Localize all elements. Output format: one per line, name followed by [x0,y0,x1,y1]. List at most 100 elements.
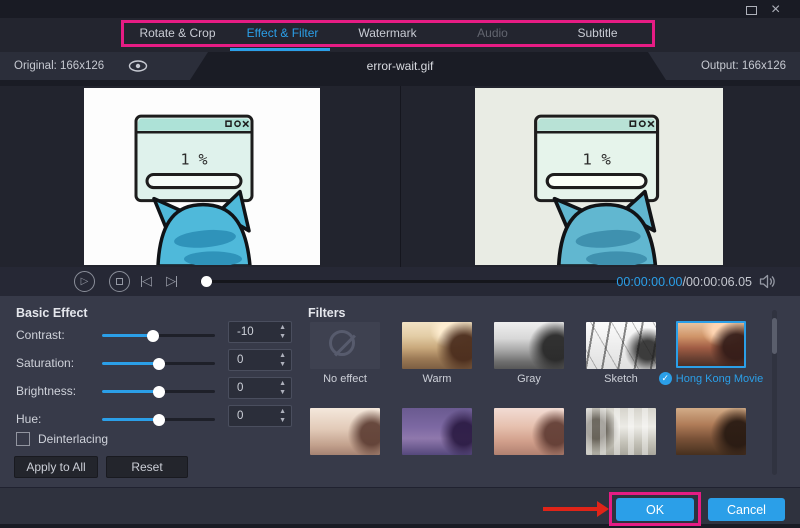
tab-audio: Audio [440,18,545,48]
original-size-label: Original: 166x126 [14,60,104,72]
filter-tile-row2-2[interactable] [402,408,472,455]
spin-down-icon[interactable]: ▼ [279,416,286,425]
spin-up-icon[interactable]: ▲ [279,323,286,332]
slider-fill [102,390,159,393]
slider-thumb[interactable] [153,358,165,370]
window-titlebar: × [0,0,800,18]
next-frame-icon[interactable]: ▷ [166,273,177,289]
cartoon-progress-bar [547,174,646,187]
deinterlacing-label: Deinterlacing [38,432,108,446]
slider-fill [102,418,159,421]
hue-slider[interactable] [102,418,215,421]
brightness-label: Brightness: [16,384,76,398]
play-glyph: ▷ [81,276,89,287]
contrast-slider[interactable] [102,334,215,337]
tab-watermark[interactable]: Watermark [335,18,440,48]
brightness-value: 0 [237,382,243,394]
volume-icon[interactable] [759,274,776,294]
preview-divider [400,86,401,267]
prev-glyph: ◁ [142,273,152,289]
preview-area: 1 % 1 % [0,86,800,267]
no-effect-icon [329,330,355,356]
saturation-value: 0 [237,354,243,366]
deinterlacing-checkbox[interactable]: Deinterlacing [16,432,108,446]
footer-bar: OK Cancel [0,487,800,524]
contrast-row: Contrast: -10 ▲▼ [0,324,300,346]
seek-slider[interactable] [200,280,628,283]
preview-cartoon-output: 1 % [481,88,723,265]
filter-tile-row2-3[interactable] [494,408,564,455]
previous-frame-icon[interactable]: ◁ [141,273,152,289]
checkbox-icon[interactable] [16,432,30,446]
brightness-spinner[interactable]: 0 ▲▼ [228,377,292,399]
contrast-spinner[interactable]: -10 ▲▼ [228,321,292,343]
brightness-row: Brightness: 0 ▲▼ [0,380,300,402]
preview-output-frame: 1 % [475,88,723,265]
close-icon[interactable]: × [771,3,780,17]
ok-button[interactable]: OK [616,498,694,521]
annotation-arrow [543,507,599,511]
frame-bar [176,276,177,287]
brightness-slider[interactable] [102,390,215,393]
tab-bar: Rotate & Crop Effect & Filter Watermark … [0,18,800,52]
spin-down-icon[interactable]: ▼ [279,388,286,397]
cancel-button[interactable]: Cancel [708,498,785,521]
stop-glyph [116,278,123,285]
slider-thumb[interactable] [153,386,165,398]
filter-tile-row2-1[interactable] [310,408,380,455]
filters-title: Filters [308,306,346,320]
tab-rotate-crop[interactable]: Rotate & Crop [125,18,230,48]
filter-label-hong-kong-movie: ✓ Hong Kong Movie [656,372,766,385]
contrast-label: Contrast: [16,328,65,342]
slider-thumb[interactable] [147,330,159,342]
hue-row: Hue: 0 ▲▼ [0,408,300,430]
saturation-spinner[interactable]: 0 ▲▼ [228,349,292,371]
filters-scrollbar[interactable] [772,310,777,475]
eye-icon[interactable] [128,59,148,73]
tab-effect-filter[interactable]: Effect & Filter [230,18,335,48]
filter-tile-no-effect[interactable] [310,322,380,369]
playback-bar: ▷ ◁ ▷ 00:00:00.00/00:00:06.05 [0,267,800,296]
total-time: 00:00:06.05 [686,275,752,289]
tab-subtitle[interactable]: Subtitle [545,18,650,48]
filter-label-text: Hong Kong Movie [676,373,763,385]
seek-thumb[interactable] [201,276,212,287]
annotation-arrow-head [597,501,609,517]
reset-button[interactable]: Reset [106,456,188,478]
filter-tile-sketch[interactable] [586,322,656,369]
filters-scrollbar-thumb[interactable] [772,318,777,354]
current-time: 00:00:00.00 [616,275,682,289]
time-display: 00:00:00.00/00:00:06.05 [616,275,752,289]
cartoon-progress-text: 1 % [180,150,207,168]
cartoon-window-titlebar [538,119,656,131]
cartoon-progress-text: 1 % [582,151,611,169]
tab-list: Rotate & Crop Effect & Filter Watermark … [125,18,650,48]
slider-thumb[interactable] [153,414,165,426]
filter-tile-hong-kong-movie[interactable] [676,321,746,368]
output-size-tab: Output: 166x126 [648,52,800,80]
maximize-icon[interactable] [746,6,757,15]
selected-check-icon: ✓ [659,372,672,385]
hue-label: Hue: [16,412,41,426]
hue-spinner[interactable]: 0 ▲▼ [228,405,292,427]
saturation-slider[interactable] [102,362,215,365]
hue-value: 0 [237,410,243,422]
output-size-label: Output: 166x126 [701,60,786,72]
apply-to-all-button[interactable]: Apply to All [14,456,98,478]
filter-tile-gray[interactable] [494,322,564,369]
window-bottom-edge [0,524,800,528]
spin-up-icon[interactable]: ▲ [279,351,286,360]
play-icon[interactable]: ▷ [74,271,95,292]
slider-fill [102,334,153,337]
spin-up-icon[interactable]: ▲ [279,407,286,416]
saturation-label: Saturation: [16,356,74,370]
filter-tile-row2-4[interactable] [586,408,656,455]
cartoon-progress-bar [147,174,241,187]
spin-down-icon[interactable]: ▼ [279,360,286,369]
filter-tile-row2-5[interactable] [676,408,746,455]
preview-original-frame: 1 % [84,88,320,265]
spin-down-icon[interactable]: ▼ [279,332,286,341]
filter-tile-warm[interactable] [402,322,472,369]
spin-up-icon[interactable]: ▲ [279,379,286,388]
stop-icon[interactable] [109,271,130,292]
